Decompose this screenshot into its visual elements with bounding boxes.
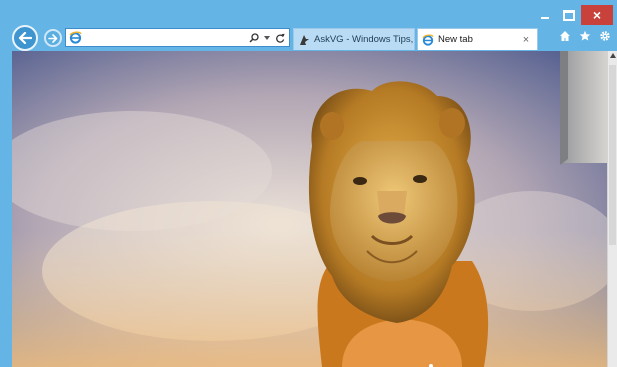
window-frame-left (0, 51, 12, 367)
askvg-favicon-icon (298, 34, 310, 46)
navigation-bar: AskVG - Windows Tips, ... New tab × (0, 25, 617, 51)
forward-button[interactable] (44, 29, 62, 47)
tab-askvg[interactable]: AskVG - Windows Tips, ... (293, 28, 415, 50)
ie-logo-icon (422, 34, 434, 46)
address-input[interactable] (86, 30, 246, 45)
tab-title: AskVG - Windows Tips, ... (314, 34, 414, 45)
chevron-down-icon[interactable] (264, 35, 270, 40)
maximize-button[interactable] (557, 5, 581, 25)
tab-new-tab[interactable]: New tab × (417, 28, 538, 50)
maximize-icon (563, 9, 575, 21)
chevron-up-icon (609, 53, 616, 58)
star-icon[interactable] (579, 30, 591, 42)
arrow-right-icon (48, 33, 58, 43)
scrollbar-thumb[interactable] (609, 65, 616, 245)
minimize-button[interactable] (533, 5, 557, 25)
minimize-icon (541, 17, 549, 19)
ie-logo-icon (69, 31, 82, 49)
back-button[interactable] (12, 25, 38, 51)
window-caption-buttons: × (533, 5, 613, 25)
page-content[interactable] (12, 51, 607, 367)
arrow-left-icon (18, 32, 32, 44)
close-button[interactable]: × (581, 5, 613, 25)
refresh-icon[interactable] (275, 33, 285, 43)
gear-icon[interactable] (599, 30, 611, 42)
close-icon: × (592, 7, 602, 23)
vertical-scrollbar[interactable] (607, 51, 617, 367)
search-icon[interactable] (249, 32, 259, 43)
browser-window: × AskVG - Windows Tips, ... New tab × (0, 0, 617, 367)
tab-close-button[interactable]: × (519, 34, 533, 46)
lion-image (12, 51, 607, 367)
browser-tools (559, 30, 611, 42)
tab-title: New tab (438, 34, 473, 45)
home-icon[interactable] (559, 30, 571, 42)
address-bar[interactable] (65, 28, 290, 47)
scroll-up-button[interactable] (608, 53, 617, 63)
address-tools (249, 30, 285, 45)
